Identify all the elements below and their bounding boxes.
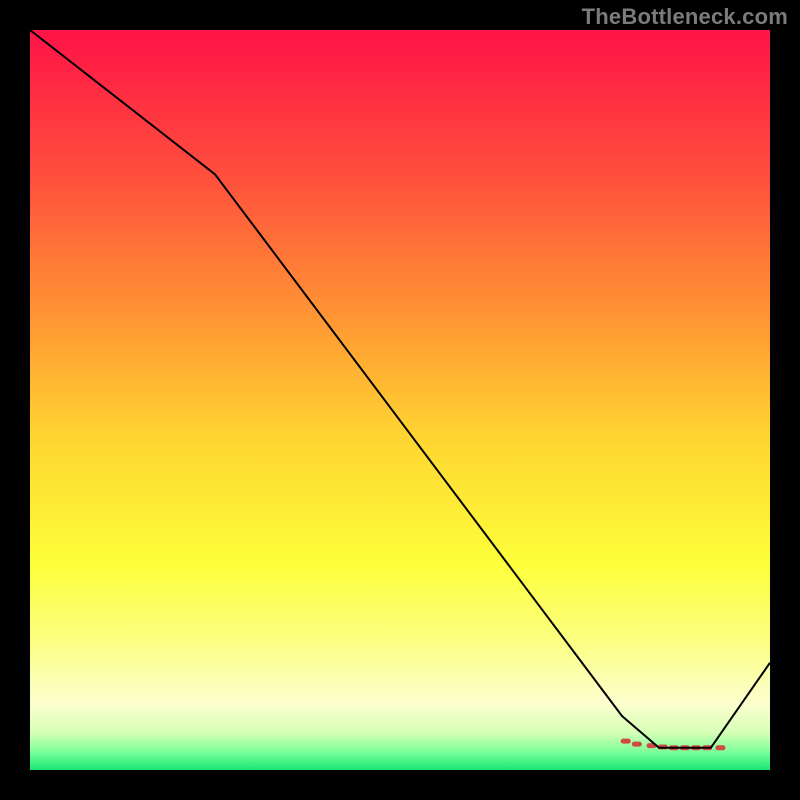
- marker-dot: [632, 742, 642, 747]
- watermark-text: TheBottleneck.com: [582, 4, 788, 30]
- plot-area: [30, 30, 770, 770]
- marker-dot: [621, 739, 631, 744]
- chart-svg: [30, 30, 770, 770]
- gradient-background: [30, 30, 770, 770]
- chart-frame: TheBottleneck.com: [0, 0, 800, 800]
- marker-dot: [715, 745, 725, 750]
